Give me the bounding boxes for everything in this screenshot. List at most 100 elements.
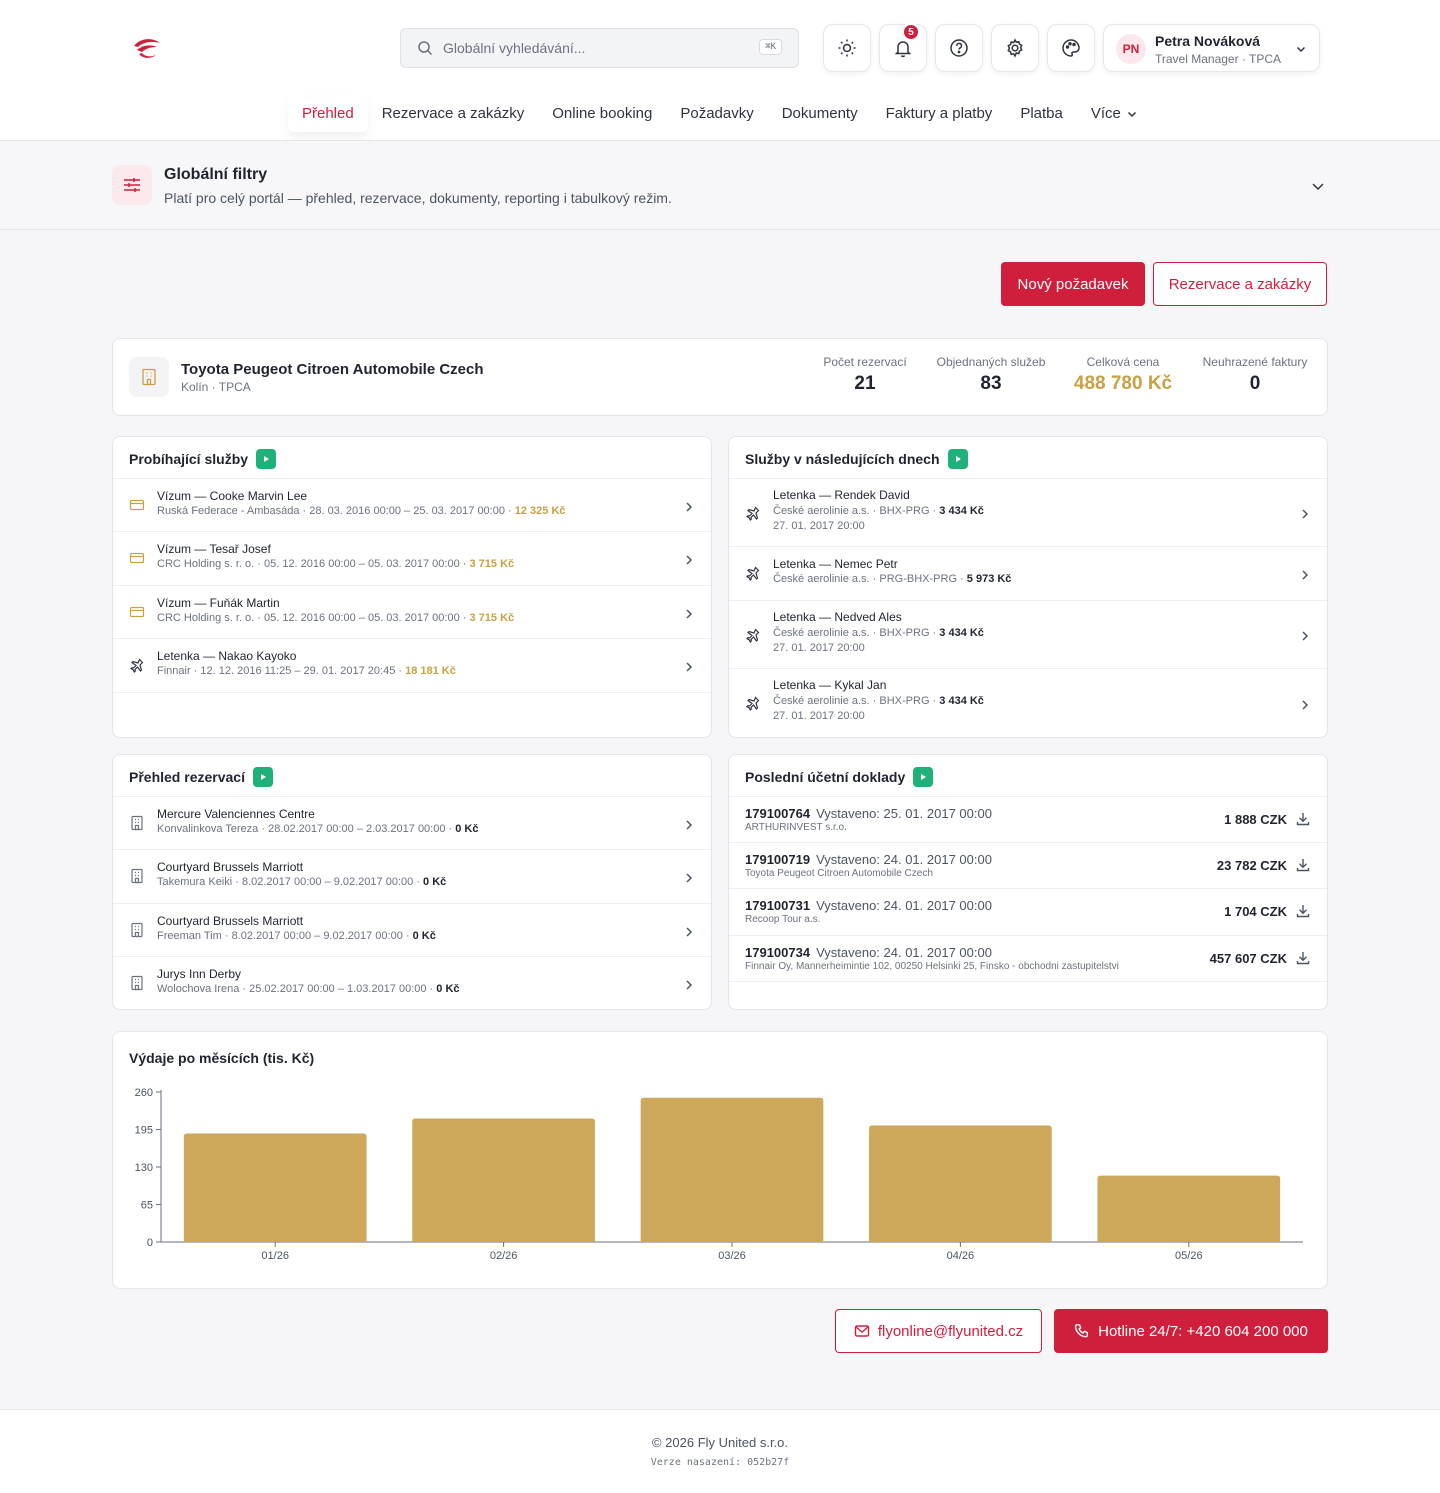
upcoming-service-row[interactable]: Letenka — Nedved Ales České aerolinie a.s… xyxy=(729,600,1327,668)
stat-label: Neuhrazené faktury xyxy=(1202,355,1308,369)
stat-value: 21 xyxy=(854,373,876,394)
card-icon xyxy=(129,604,145,625)
row-price: 5 973 Kč xyxy=(966,573,1012,585)
row-date: 27. 01. 2017 20:00 xyxy=(773,642,865,654)
invoice-row[interactable]: 179100734 Vystaveno: 24. 01. 2017 00:00 Fi… xyxy=(729,935,1327,981)
upcoming-service-row[interactable]: Letenka — Rendek David České aerolinie a.… xyxy=(729,478,1327,546)
play-icon[interactable] xyxy=(913,767,934,787)
bell-icon xyxy=(894,41,912,58)
row-price: 3 715 Kč xyxy=(469,558,515,570)
reservation-row[interactable]: Mercure Valenciennes Centre Konvalinkova … xyxy=(113,796,711,849)
row-title: Mercure Valenciennes Centre xyxy=(157,807,315,821)
x-tick-label: 04/26 xyxy=(947,1250,975,1262)
new-request-button[interactable]: Nový požadavek xyxy=(1001,262,1145,306)
invoice-issued: Vystaveno: 25. 01. 2017 00:00 xyxy=(816,806,992,821)
row-detail-text: České aerolinie a.s. · BHX-PRG · xyxy=(773,695,940,707)
invoices-title: Poslední účetní doklady xyxy=(745,769,906,785)
filters-subtitle: Platí pro celý portál — přehled, rezerva… xyxy=(164,190,672,206)
list-end-divider xyxy=(113,692,711,693)
settings-button[interactable] xyxy=(991,24,1039,72)
row-title: Courtyard Brussels Marriott xyxy=(157,914,304,928)
invoice-line: 179100764 Vystaveno: 25. 01. 2017 00:00 xyxy=(745,805,992,823)
chevron-right-icon xyxy=(683,978,695,996)
row-price: 0 Kč xyxy=(412,930,436,942)
ongoing-service-row[interactable]: Vízum — Cooke Marvin Lee Ruská Federace -… xyxy=(113,478,711,531)
invoice-row[interactable]: 179100764 Vystaveno: 25. 01. 2017 00:00 AR… xyxy=(729,796,1327,842)
row-title: Vízum — Cooke Marvin Lee xyxy=(157,489,308,503)
download-icon[interactable] xyxy=(1295,857,1311,878)
email-button[interactable]: flyonline@flyunited.cz xyxy=(835,1309,1042,1353)
row-price: 3 434 Kč xyxy=(939,627,984,639)
chevron-down-icon xyxy=(1296,46,1306,53)
user-menu[interactable]: PN Petra Nováková Travel Manager · TPCA xyxy=(1103,24,1320,72)
theme-toggle-button[interactable] xyxy=(823,24,871,72)
help-button[interactable] xyxy=(935,24,983,72)
invoice-issued: Vystaveno: 24. 01. 2017 00:00 xyxy=(816,898,992,913)
plane-icon xyxy=(129,657,145,678)
row-title: Letenka — Nemec Petr xyxy=(773,557,898,571)
nav-item-pozadavky[interactable]: Požadavky xyxy=(666,96,767,132)
invoice-amount: 1 888 CZK xyxy=(1224,812,1287,827)
nav-item-rezervace[interactable]: Rezervace a zakázky xyxy=(368,96,539,132)
reservation-row[interactable]: Jurys Inn Derby Wolochova Irena · 25.02.2… xyxy=(113,956,711,1009)
filters-title: Globální filtry xyxy=(164,166,268,183)
row-price: 12 325 Kč xyxy=(514,505,566,517)
nav-item-prehled[interactable]: Přehled xyxy=(288,96,368,132)
upcoming-service-row[interactable]: Letenka — Kykal Jan České aerolinie a.s. … xyxy=(729,668,1327,737)
invoice-row[interactable]: 179100719 Vystaveno: 24. 01. 2017 00:00 To… xyxy=(729,842,1327,888)
top-bar: Globální vyhledávání... ⌘K 5 PN Petra No… xyxy=(0,0,1440,141)
invoice-line: 179100734 Vystaveno: 24. 01. 2017 00:00 xyxy=(745,944,992,962)
nav-item-faktury[interactable]: Faktury a platby xyxy=(872,96,1007,132)
ongoing-service-row[interactable]: Vízum — Tesař Josef CRC Holding s. r. o. … xyxy=(113,531,711,585)
y-tick-label: 260 xyxy=(135,1087,153,1099)
chevron-down-icon[interactable] xyxy=(1310,178,1326,194)
invoice-number: 179100719 xyxy=(745,852,811,867)
stat-value: 83 xyxy=(980,373,1002,394)
nav-item-online-booking[interactable]: Online booking xyxy=(538,96,666,132)
chevron-right-icon xyxy=(1299,629,1311,647)
monthly-expenses-card: Výdaje po měsících (tis. Kč) 0 65 130 195 26… xyxy=(112,1031,1328,1289)
notifications-button[interactable]: 5 xyxy=(879,23,927,72)
chevron-right-icon xyxy=(683,607,695,625)
reservations-title: Přehled rezervací xyxy=(129,769,245,785)
download-icon[interactable] xyxy=(1295,950,1311,971)
user-name: Petra Nováková xyxy=(1155,33,1261,49)
row-detail-text: České aerolinie a.s. · BHX-PRG · xyxy=(773,627,940,639)
hotline-button[interactable]: Hotline 24/7: +420 604 200 000 xyxy=(1054,1309,1328,1353)
company-name: Toyota Peugeot Citroen Automobile Czech xyxy=(181,361,484,378)
invoice-number: 179100734 xyxy=(745,945,811,960)
upcoming-service-row[interactable]: Letenka — Nemec Petr České aerolinie a.s.… xyxy=(729,546,1327,600)
monthly-expenses-chart: 0 65 130 195 260 01/26 02/26 03/26 04/26 05/26 xyxy=(135,1087,1303,1262)
ongoing-service-row[interactable]: Letenka — Nakao Kayoko Finnair · 12. 12. … xyxy=(113,638,711,692)
nav-item-platba[interactable]: Platba xyxy=(1006,96,1077,132)
reservation-row[interactable]: Courtyard Brussels Marriott Freeman Tim ·… xyxy=(113,903,711,956)
download-icon[interactable] xyxy=(1295,903,1311,924)
ongoing-service-row[interactable]: Vízum — Fuňák Martin CRC Holding s. r. o.… xyxy=(113,585,711,638)
invoice-number: 179100731 xyxy=(745,898,811,913)
row-title: Vízum — Fuňák Martin xyxy=(157,596,280,610)
global-search-input[interactable]: Globální vyhledávání... ⌘K xyxy=(400,28,799,68)
row-title: Letenka — Nedved Ales xyxy=(773,610,902,624)
x-tick-label: 02/26 xyxy=(490,1250,518,1262)
global-filters-panel[interactable]: Globální filtry Platí pro celý portál — … xyxy=(0,141,1440,230)
play-icon[interactable] xyxy=(947,449,968,469)
reservations-button[interactable]: Rezervace a zakázky xyxy=(1153,262,1327,306)
help-icon xyxy=(950,39,968,57)
mail-icon xyxy=(854,1325,870,1337)
ongoing-services-card: Probíhající služby Vízum — Cooke Marvin … xyxy=(112,436,712,738)
invoice-row[interactable]: 179100731 Vystaveno: 24. 01. 2017 00:00 Re… xyxy=(729,888,1327,935)
play-icon[interactable] xyxy=(256,449,277,469)
row-detail: CRC Holding s. r. o. · 05. 12. 2016 00:0… xyxy=(157,558,514,570)
download-icon[interactable] xyxy=(1295,811,1311,832)
stat-value: 0 xyxy=(1249,373,1261,394)
x-tick-label: 05/26 xyxy=(1175,1250,1203,1262)
fly-united-logo[interactable] xyxy=(130,34,162,62)
nav-item-dokumenty[interactable]: Dokumenty xyxy=(768,96,872,132)
row-price: 0 Kč xyxy=(436,983,460,995)
reservation-row[interactable]: Courtyard Brussels Marriott Takemura Keik… xyxy=(113,849,711,903)
plane-icon xyxy=(745,695,761,716)
row-detail-text: CRC Holding s. r. o. · 05. 12. 2016 00:0… xyxy=(157,612,470,624)
play-icon[interactable] xyxy=(252,767,273,787)
theme-palette-button[interactable] xyxy=(1047,24,1095,72)
nav-item-vice[interactable]: Více xyxy=(1077,96,1152,132)
